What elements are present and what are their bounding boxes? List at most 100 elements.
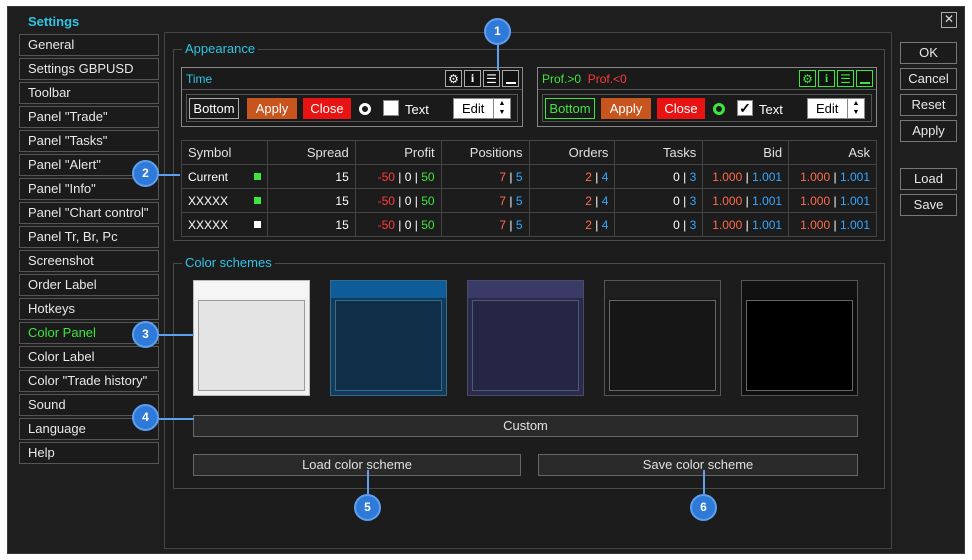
callout-line-3 [158, 334, 194, 336]
edit-button[interactable]: Edit ▲ ▼ [453, 98, 511, 119]
sidebar-item-panel-tasks[interactable]: Panel "Tasks" [19, 130, 159, 152]
reset-button[interactable]: Reset [900, 94, 957, 116]
edit-button[interactable]: Edit ▲ ▼ [807, 98, 865, 119]
sidebar-item-order-label[interactable]: Order Label [19, 274, 159, 296]
ask-cell: 1.000 | 1.001 [788, 212, 877, 237]
apply-button[interactable]: Apply [601, 98, 651, 119]
scheme-purple[interactable] [467, 280, 584, 396]
scheme-light[interactable] [193, 280, 310, 396]
symbol-cell: XXXXX [181, 212, 268, 237]
sidebar: General Settings GBPUSD Toolbar Panel "T… [19, 34, 159, 466]
info-icon[interactable]: i [464, 70, 481, 87]
table-row: XXXXX 15 -50 | 0 | 50 7 | 5 2 | 4 0 | 3 … [181, 212, 877, 237]
sidebar-item-help[interactable]: Help [19, 442, 159, 464]
col-bid: Bid [702, 140, 790, 165]
custom-button[interactable]: Custom [193, 415, 858, 437]
text-checkbox[interactable]: ✓ [737, 100, 753, 116]
profit-panel-title: Prof.>0 Prof.<0 [542, 72, 627, 86]
bottom-button[interactable]: Bottom [545, 98, 595, 119]
callout-marker-1: 1 [484, 18, 511, 45]
color-swatch[interactable] [253, 197, 261, 204]
gear-icon[interactable]: ⚙ [445, 70, 462, 87]
sidebar-item-panel-trade[interactable]: Panel "Trade" [19, 106, 159, 128]
profit-cell: -50 | 0 | 50 [354, 212, 442, 237]
info-icon[interactable]: i [818, 70, 835, 87]
sidebar-item-panel-chart-control[interactable]: Panel "Chart control" [19, 202, 159, 224]
text-label: Text [759, 102, 783, 117]
ok-button[interactable]: OK [900, 42, 957, 64]
minimize-icon[interactable] [502, 70, 519, 87]
apply-button[interactable]: Apply [247, 98, 297, 119]
save-color-scheme-button[interactable]: Save color scheme [538, 454, 858, 476]
color-swatch[interactable] [253, 221, 261, 228]
close-button[interactable]: Close [657, 98, 705, 119]
callout-marker-2: 2 [132, 160, 159, 187]
radio-button[interactable] [713, 103, 725, 115]
menu-icon[interactable]: ☰ [837, 70, 854, 87]
load-button[interactable]: Load [900, 168, 957, 190]
symbols-table: Symbol Spread Profit Positions Orders Ta… [181, 140, 877, 237]
orders-cell: 2 | 4 [528, 212, 616, 237]
callout-line-2 [158, 174, 180, 176]
profit-negative-label: Prof.<0 [587, 72, 627, 86]
positions-cell: 7 | 5 [440, 212, 530, 237]
callout-line-5 [367, 470, 369, 494]
ask-cell: 1.000 | 1.001 [788, 188, 877, 213]
scheme-dark[interactable] [604, 280, 721, 396]
window-title: Settings [28, 14, 80, 29]
orders-cell: 2 | 4 [528, 164, 616, 189]
callout-line-1 [497, 44, 499, 70]
sidebar-item-hotkeys[interactable]: Hotkeys [19, 298, 159, 320]
text-label: Text [405, 102, 429, 117]
load-color-scheme-button[interactable]: Load color scheme [193, 454, 521, 476]
sidebar-item-screenshot[interactable]: Screenshot [19, 250, 159, 272]
save-button[interactable]: Save [900, 194, 957, 216]
callout-line-6 [703, 470, 705, 494]
scheme-purple-body [472, 300, 579, 391]
scheme-black[interactable] [741, 280, 858, 396]
scheme-blue-header [331, 281, 446, 298]
scheme-light-header [194, 281, 309, 298]
stepper-icon[interactable]: ▲ ▼ [847, 99, 864, 118]
table-row: Current 15 -50 | 0 | 50 7 | 5 2 | 4 0 | … [181, 164, 877, 189]
sidebar-item-general[interactable]: General [19, 34, 159, 56]
radio-button[interactable] [359, 103, 371, 115]
scheme-black-header [742, 281, 857, 298]
scheme-blue[interactable] [330, 280, 447, 396]
appearance-title: Appearance [182, 41, 259, 56]
cancel-button[interactable]: Cancel [900, 68, 957, 90]
scheme-dark-body [609, 300, 716, 391]
col-tasks: Tasks [614, 140, 704, 165]
time-panel-icons: ⚙ i ☰ [445, 70, 519, 87]
spread-cell: 15 [266, 212, 356, 237]
table-header-row: Symbol Spread Profit Positions Orders Ta… [181, 140, 877, 165]
col-profit: Profit [354, 140, 442, 165]
text-checkbox[interactable] [383, 100, 399, 116]
sidebar-item-settings-gbpusd[interactable]: Settings GBPUSD [19, 58, 159, 80]
stepper-icon[interactable]: ▲ ▼ [493, 99, 510, 118]
color-schemes-title: Color schemes [182, 255, 275, 270]
menu-icon[interactable]: ☰ [483, 70, 500, 87]
sidebar-item-panel-tr-br-pc[interactable]: Panel Tr, Br, Pc [19, 226, 159, 248]
sidebar-item-color-label[interactable]: Color Label [19, 346, 159, 368]
minimize-icon[interactable] [856, 70, 873, 87]
bid-cell: 1.000 | 1.001 [702, 188, 790, 213]
close-icon[interactable]: ✕ [941, 12, 957, 28]
sidebar-item-color-trade-history[interactable]: Color "Trade history" [19, 370, 159, 392]
settings-window: Settings ✕ General Settings GBPUSD Toolb… [7, 6, 965, 554]
color-swatch[interactable] [253, 173, 261, 180]
edit-label: Edit [816, 101, 839, 116]
col-spread: Spread [266, 140, 356, 165]
gear-icon[interactable]: ⚙ [799, 70, 816, 87]
scheme-dark-header [605, 281, 720, 298]
bid-cell: 1.000 | 1.001 [702, 164, 790, 189]
scheme-blue-body [335, 300, 442, 391]
apply-settings-button[interactable]: Apply [900, 120, 957, 142]
spread-cell: 15 [266, 164, 356, 189]
close-button[interactable]: Close [303, 98, 351, 119]
scheme-light-body [198, 300, 305, 391]
sidebar-item-toolbar[interactable]: Toolbar [19, 82, 159, 104]
bottom-button[interactable]: Bottom [189, 98, 239, 119]
spread-cell: 15 [266, 188, 356, 213]
time-panel: Time ⚙ i ☰ Bottom Apply Close Text Edit … [181, 67, 523, 127]
